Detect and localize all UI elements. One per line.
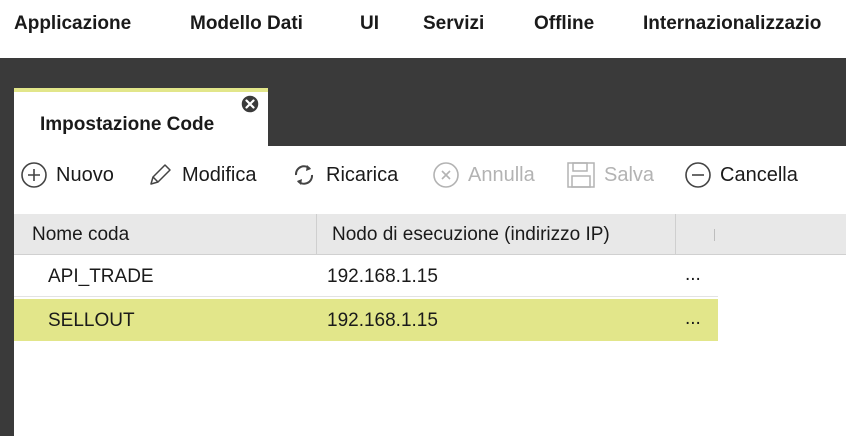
menu-item-servizi[interactable]: Servizi: [423, 13, 484, 35]
grid-body: API_TRADE 192.168.1.15 ... SELLOUT 192.1…: [14, 255, 718, 345]
reload-button[interactable]: Ricarica: [290, 160, 398, 190]
toolbar: Nuovo Modifica Ricarica Annulla Salva Ca…: [14, 146, 846, 206]
edit-button[interactable]: Modifica: [146, 160, 256, 190]
column-divider[interactable]: [675, 214, 676, 254]
delete-button-label: Cancella: [720, 163, 798, 186]
cell-queue-name: SELLOUT: [48, 310, 135, 331]
menu-item-offline[interactable]: Offline: [534, 13, 594, 35]
edit-button-label: Modifica: [182, 163, 257, 186]
table-row[interactable]: API_TRADE 192.168.1.15 ...: [14, 255, 718, 297]
reload-button-label: Ricarica: [326, 163, 399, 186]
undo-button-label: Annulla: [468, 163, 535, 186]
menu-item-internazionalizzazione[interactable]: Internazionalizzazio: [643, 13, 821, 35]
column-divider: [714, 229, 715, 241]
column-divider[interactable]: [316, 214, 317, 254]
save-button-label: Salva: [604, 163, 655, 186]
menu-item-modello-dati[interactable]: Modello Dati: [190, 13, 303, 35]
pencil-icon: [150, 164, 171, 185]
save-button[interactable]: Salva: [566, 160, 654, 190]
tab-impostazione-code[interactable]: Impostazione Code: [14, 88, 268, 146]
new-button[interactable]: Nuovo: [20, 160, 114, 190]
cell-ip: 192.168.1.15: [327, 266, 438, 287]
content-panel: Nuovo Modifica Ricarica Annulla Salva Ca…: [14, 146, 846, 436]
column-header-nome-coda[interactable]: Nome coda: [32, 224, 129, 246]
top-menu-bar: Applicazione Modello Dati UI Servizi Off…: [0, 0, 846, 48]
cell-queue-name: API_TRADE: [48, 266, 154, 287]
refresh-icon: [294, 165, 314, 185]
table-row[interactable]: SELLOUT 192.168.1.15 ...: [14, 299, 718, 341]
close-icon[interactable]: [240, 94, 260, 114]
tab-label: Impostazione Code: [40, 114, 215, 135]
x-circle-icon: [433, 162, 459, 188]
floppy-disk-icon: [567, 162, 595, 188]
delete-button[interactable]: Cancella: [684, 160, 798, 190]
minus-circle-icon: [685, 162, 711, 188]
row-more-button[interactable]: ...: [685, 308, 701, 330]
undo-button[interactable]: Annulla: [432, 160, 535, 190]
cell-ip: 192.168.1.15: [327, 310, 438, 331]
menu-item-applicazione[interactable]: Applicazione: [14, 13, 131, 35]
row-more-button[interactable]: ...: [685, 264, 701, 286]
grid-header: Nome coda Nodo di esecuzione (indirizzo …: [14, 214, 846, 255]
menu-item-ui[interactable]: UI: [360, 13, 379, 35]
new-button-label: Nuovo: [56, 163, 114, 186]
plus-circle-icon: [21, 162, 47, 188]
column-header-nodo-esecuzione[interactable]: Nodo di esecuzione (indirizzo IP): [332, 224, 610, 246]
